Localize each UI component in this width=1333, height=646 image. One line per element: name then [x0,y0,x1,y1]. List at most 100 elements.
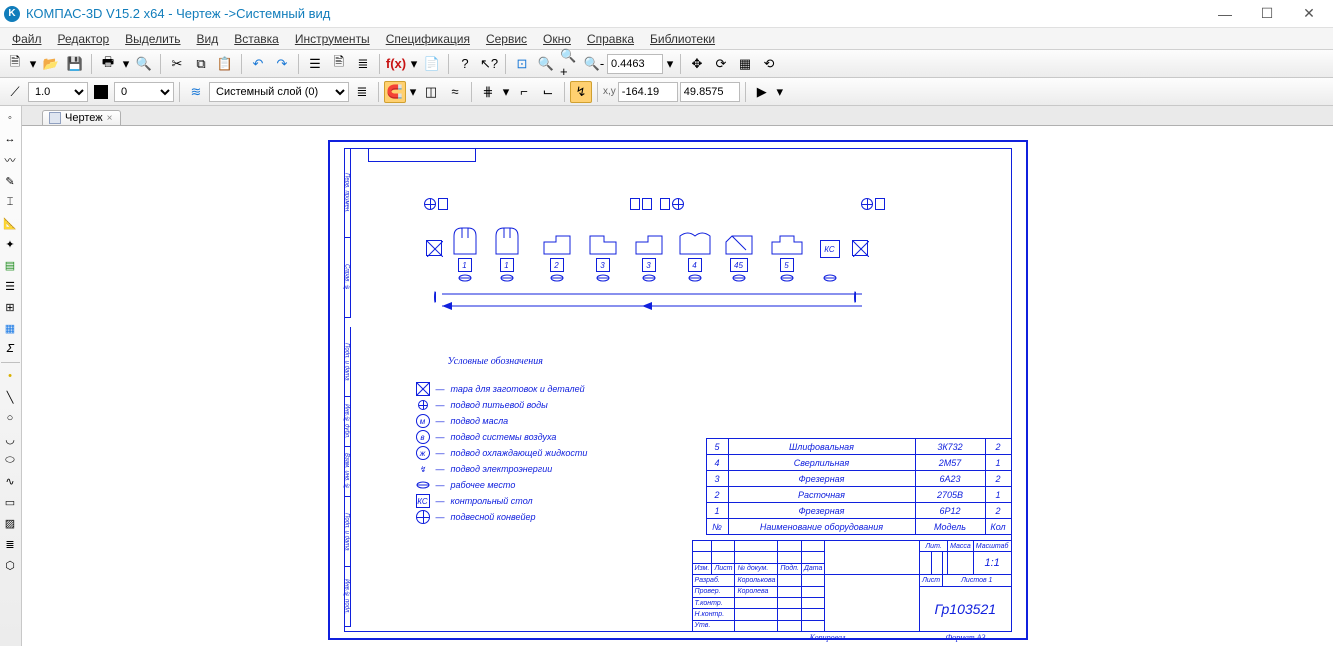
zoom-out-button[interactable]: 🔍- [583,53,605,75]
tool-geometry[interactable]: ◦ [0,108,20,128]
zoom-window-button[interactable]: 🔍 [535,53,557,75]
save-button[interactable]: 💾 [64,53,86,75]
menu-view[interactable]: Вид [189,30,227,48]
snap-button[interactable]: 🧲 [384,81,406,103]
cut-button[interactable]: ✂ [166,53,188,75]
separator [378,82,379,102]
maximize-button[interactable]: ☐ [1255,4,1279,24]
tool-point[interactable]: • [0,366,20,386]
app-icon: K [4,6,20,22]
grid-dropdown-icon[interactable]: ▾ [501,81,511,103]
menu-spec[interactable]: Спецификация [378,30,478,48]
tool-arc[interactable]: ◡ [0,429,20,449]
layer-icon[interactable]: ≋ [185,81,207,103]
help-tool-button[interactable]: ? [454,53,476,75]
pointer-button[interactable]: ↖? [478,53,500,75]
menu-editor[interactable]: Редактор [50,30,118,48]
tool-measure[interactable]: 📐 [0,213,20,233]
new-button[interactable]: 🗎 [4,53,26,75]
close-button[interactable]: ✕ [1297,4,1321,24]
spec-button[interactable]: ≣ [352,53,374,75]
tool-insert-break[interactable]: ▦ [0,318,20,338]
separator [505,54,506,74]
machine-3a: 3 [588,234,618,282]
menu-insert[interactable]: Вставка [226,30,287,48]
menu-file[interactable]: Файл [4,30,50,48]
tool-params[interactable]: ⌶ [0,192,20,212]
redo-button[interactable]: ↷ [271,53,293,75]
undo-button[interactable]: ↶ [247,53,269,75]
tool-vars[interactable]: 𝛴 [0,339,20,359]
tree-button[interactable]: 🖹 [328,53,350,75]
menu-help[interactable]: Справка [579,30,642,48]
color-picker[interactable] [90,81,112,103]
perp-button[interactable]: ⌙ [537,81,559,103]
footer-format: Формат А3 [946,633,986,642]
paste-button[interactable]: 📋 [214,53,236,75]
round-button[interactable]: ≈ [444,81,466,103]
variables-button[interactable]: f(x) [385,53,407,75]
color-combo[interactable]: 0 [114,82,174,102]
zoom-in-button[interactable]: 🔍+ [559,53,581,75]
tool-dimensions[interactable]: ↔ [0,129,20,149]
grid-button[interactable]: ⋕ [477,81,499,103]
tool-rect[interactable]: ▭ [0,492,20,512]
ortho-button[interactable]: ◫ [420,81,442,103]
print-dropdown-icon[interactable]: ▾ [121,53,131,75]
tool-notations[interactable]: 〰 [0,150,20,170]
window-controls: — ☐ ✕ [1213,4,1329,24]
zoom-dropdown-icon[interactable]: ▾ [665,53,675,75]
new-dropdown-icon[interactable]: ▾ [28,53,38,75]
menu-libs[interactable]: Библиотеки [642,30,723,48]
minimize-button[interactable]: — [1213,4,1237,24]
tool-insert-view[interactable]: ⊞ [0,297,20,317]
legend-row: —подвесной конвейер [416,510,676,524]
rotate-view-button[interactable]: ⟳ [710,53,732,75]
zoom-fit-button[interactable]: ⊡ [511,53,533,75]
coord-x-input[interactable] [618,82,678,102]
print-button[interactable]: 🖶 [97,53,119,75]
ortho-lock-button[interactable]: ⌐ [513,81,535,103]
properties-button[interactable]: ☰ [304,53,326,75]
zoom-value-input[interactable] [607,54,663,74]
close-icon[interactable]: × [107,113,113,124]
preview-button[interactable]: 🔍 [133,53,155,75]
side-cell: Подп. и дата [344,327,351,397]
layer-manage-button[interactable]: ≣ [351,81,373,103]
menu-service[interactable]: Сервис [478,30,535,48]
tab-drawing[interactable]: Чертеж × [42,110,121,125]
menu-tools[interactable]: Инструменты [287,30,378,48]
rebuild-button[interactable]: ⟲ [758,53,780,75]
style-combo[interactable]: 1.0 [28,82,88,102]
coord-y-input[interactable] [680,82,740,102]
tool-spline[interactable]: ∿ [0,471,20,491]
menu-window[interactable]: Окно [535,30,579,48]
tool-select[interactable]: ✦ [0,234,20,254]
local-csys-button[interactable]: ↯ [570,81,592,103]
window-title: КОМПАС-3D V15.2 x64 - Чертеж ->Системный… [26,6,1213,21]
tool-edit[interactable]: ✎ [0,171,20,191]
tool-circle[interactable]: ○ [0,408,20,428]
variables-dropdown-icon[interactable]: ▾ [409,53,419,75]
copy-button[interactable]: ⧉ [190,53,212,75]
tool-hatch[interactable]: ▨ [0,513,20,533]
separator [597,82,598,102]
machine-1b: 1 [494,226,520,282]
canvas-area[interactable]: Перв. примен. Справ. № Подп. и дата Инв.… [22,126,1333,646]
open-button[interactable]: 📂 [40,53,62,75]
tool-offset[interactable]: ≣ [0,534,20,554]
macro-dropdown-icon[interactable]: ▾ [775,81,785,103]
tool-line[interactable]: ╲ [0,387,20,407]
show-all-button[interactable]: ▦ [734,53,756,75]
macro-button[interactable]: ▶ [751,81,773,103]
snap-dropdown-icon[interactable]: ▾ [408,81,418,103]
tool-contour[interactable]: ⬡ [0,555,20,575]
tool-reports[interactable]: ☰ [0,276,20,296]
linetype-button[interactable]: ⟋ [4,81,26,103]
menu-select[interactable]: Выделить [117,30,188,48]
tool-spec[interactable]: ▤ [0,255,20,275]
tool-ellipse[interactable]: ⬭ [0,450,20,470]
layer-combo[interactable]: Системный слой (0) [209,82,349,102]
pan-button[interactable]: ✥ [686,53,708,75]
report-button[interactable]: 📄 [421,53,443,75]
